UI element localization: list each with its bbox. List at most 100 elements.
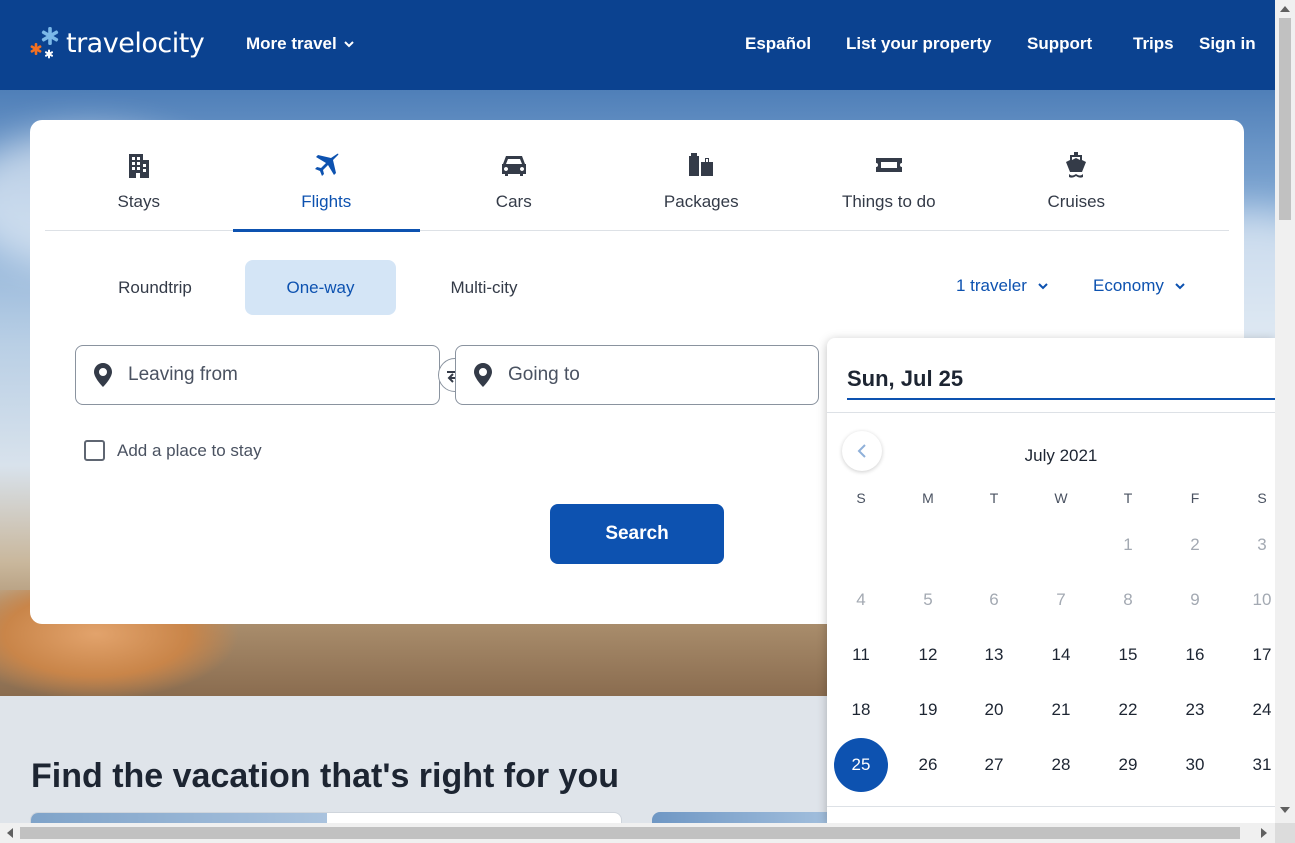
tab-label: Things to do <box>841 192 936 211</box>
leaving-from-input[interactable]: Leaving from <box>75 345 440 405</box>
calendar-day-2: 2 <box>1190 535 1200 554</box>
section-title: Find the vacation that's right for you <box>31 757 619 795</box>
calendar-day-1: 1 <box>1123 535 1133 554</box>
calendar-day-20[interactable]: 20 <box>967 683 1021 737</box>
calendar-day-11[interactable]: 11 <box>834 628 888 682</box>
divider <box>827 806 1275 807</box>
more-travel-label: More travel <box>246 34 337 53</box>
horizontal-scrollbar-thumb[interactable] <box>20 827 1240 839</box>
nav-espanol-link[interactable]: Español <box>745 34 811 54</box>
selected-date-field[interactable]: Sun, Jul 25 <box>847 366 1275 400</box>
calendar-day-28[interactable]: 28 <box>1034 738 1088 792</box>
calendar-day-31[interactable]: 31 <box>1235 738 1275 792</box>
vertical-scrollbar[interactable] <box>1275 0 1295 823</box>
calendar-day-19[interactable]: 19 <box>901 683 955 737</box>
scroll-up-arrow-icon[interactable] <box>1280 5 1290 13</box>
calendar-day-24[interactable]: 24 <box>1235 683 1275 737</box>
more-travel-menu[interactable]: More travel <box>246 34 355 54</box>
calendar-day-22[interactable]: 22 <box>1101 683 1155 737</box>
divider <box>827 412 1275 413</box>
calendar-day-17[interactable]: 17 <box>1235 628 1275 682</box>
scroll-right-arrow-icon[interactable] <box>1260 828 1268 838</box>
calendar-day-18[interactable]: 18 <box>834 683 888 737</box>
weekday-label: T <box>989 490 999 506</box>
leaving-from-placeholder: Leaving from <box>128 364 238 385</box>
trip-type-roundtrip[interactable]: Roundtrip <box>85 260 225 315</box>
tab-packages[interactable]: Packages <box>608 120 796 231</box>
car-icon <box>500 150 528 180</box>
weekday-label: S <box>1257 490 1267 506</box>
ticket-icon <box>875 150 903 180</box>
month-label: July 2021 <box>1024 446 1098 465</box>
nav-sign-in-link[interactable]: Sign in <box>1199 34 1256 54</box>
calendar-day-25[interactable]: 25 <box>834 738 888 792</box>
travelocity-logo[interactable]: travelocity <box>28 24 205 62</box>
tab-cruises[interactable]: Cruises <box>983 120 1171 231</box>
calendar-day-4: 4 <box>856 590 866 609</box>
search-button[interactable]: Search <box>550 504 724 564</box>
calendar-day-14[interactable]: 14 <box>1034 628 1088 682</box>
scroll-left-arrow-icon[interactable] <box>6 828 14 838</box>
going-to-input[interactable]: Going to <box>455 345 819 405</box>
trip-type-multi-city[interactable]: Multi-city <box>416 260 552 315</box>
ship-icon <box>1063 150 1089 180</box>
logo-stars-icon <box>28 24 64 62</box>
logo-text: travelocity <box>66 27 205 59</box>
travelers-dropdown[interactable]: 1 traveler <box>956 276 1049 296</box>
selected-date-label: Sun, Jul 25 <box>847 366 964 391</box>
weekday-label: S <box>856 490 866 506</box>
calendar-day-10: 10 <box>1252 590 1272 609</box>
checkbox-box[interactable] <box>84 440 105 461</box>
vertical-scrollbar-thumb[interactable] <box>1279 18 1291 220</box>
calendar-day-23[interactable]: 23 <box>1168 683 1222 737</box>
nav-list-property-link[interactable]: List your property <box>846 34 991 54</box>
tab-things-to-do[interactable]: Things to do <box>795 120 983 231</box>
tab-stays[interactable]: Stays <box>45 120 233 231</box>
tab-label: Flights <box>301 192 352 211</box>
location-pin-icon <box>474 363 492 387</box>
calendar-day-7: 7 <box>1056 590 1066 609</box>
calendar-day-9: 9 <box>1190 590 1200 609</box>
calendar-day-26[interactable]: 26 <box>901 738 955 792</box>
calendar-day-6: 6 <box>989 590 999 609</box>
horizontal-scrollbar[interactable] <box>0 823 1275 843</box>
add-place-label: Add a place to stay <box>117 440 262 460</box>
site-header: travelocity More travel Español List you… <box>0 0 1275 90</box>
lob-tabs: Stays Flights Cars Packages Things to do <box>45 120 1229 232</box>
tab-label: Cruises <box>1047 192 1106 211</box>
tab-cars[interactable]: Cars <box>420 120 608 231</box>
nav-trips-link[interactable]: Trips <box>1133 34 1174 54</box>
calendar-day-12[interactable]: 12 <box>901 628 955 682</box>
calendar-day-30[interactable]: 30 <box>1168 738 1222 792</box>
chevron-down-icon <box>1038 283 1048 290</box>
tab-label: Cars <box>495 192 532 211</box>
building-icon <box>127 150 151 180</box>
weekday-label: M <box>922 490 934 506</box>
add-place-to-stay-checkbox[interactable]: Add a place to stay <box>84 440 262 461</box>
weekday-label: W <box>1054 490 1068 506</box>
calendar-day-8: 8 <box>1123 590 1133 609</box>
cabin-class-dropdown[interactable]: Economy <box>1093 276 1186 296</box>
chevron-down-icon <box>1175 283 1185 290</box>
weekday-label: T <box>1123 490 1133 506</box>
scrollbar-corner <box>1275 823 1295 843</box>
luggage-icon <box>687 150 715 180</box>
airplane-icon <box>312 150 340 180</box>
calendar-day-16[interactable]: 16 <box>1168 628 1222 682</box>
scroll-down-arrow-icon[interactable] <box>1280 806 1290 814</box>
calendar-day-27[interactable]: 27 <box>967 738 1021 792</box>
weekday-label: F <box>1190 490 1200 506</box>
chevron-down-icon <box>343 41 354 48</box>
calendar-day-29[interactable]: 29 <box>1101 738 1155 792</box>
travelers-label: 1 traveler <box>956 276 1027 295</box>
tab-flights[interactable]: Flights <box>232 120 421 232</box>
calendar-day-13[interactable]: 13 <box>967 628 1021 682</box>
calendar-day-15[interactable]: 15 <box>1101 628 1155 682</box>
calendar-day-21[interactable]: 21 <box>1034 683 1088 737</box>
calendar-day-3: 3 <box>1257 535 1267 554</box>
date-picker-popup: Sun, Jul 25 July 2021 S M T W T F S 1 2 3 4 5 6 7 8 9 10… <box>827 338 1275 823</box>
tab-label: Packages <box>663 192 739 211</box>
trip-type-one-way[interactable]: One-way <box>245 260 396 315</box>
tab-label: Stays <box>117 192 161 211</box>
nav-support-link[interactable]: Support <box>1027 34 1092 54</box>
